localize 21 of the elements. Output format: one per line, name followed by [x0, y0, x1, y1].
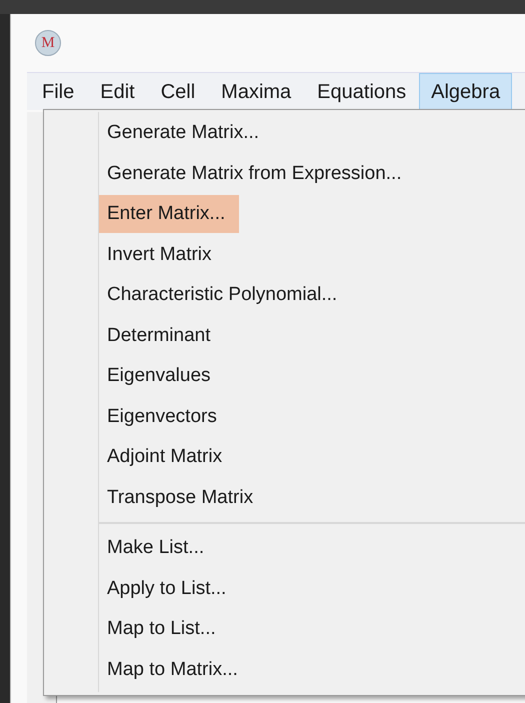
menu-item[interactable]: Eigenvectors	[98, 398, 231, 436]
menu-item[interactable]: Apply to List...	[98, 570, 240, 608]
menu-bar-item[interactable]: Maxima	[208, 73, 304, 110]
menu-item[interactable]: Characteristic Polynomial...	[98, 276, 352, 314]
menu-item[interactable]: Transpose Matrix	[98, 478, 268, 517]
menu-bar-item[interactable]: File	[29, 73, 88, 110]
menu-bar-item[interactable]: Algebra	[419, 73, 512, 110]
menu-item[interactable]: Eigenvalues	[98, 357, 225, 396]
menu-item[interactable]: Map to List...	[98, 610, 230, 648]
menu-bar-item[interactable]: Cell	[148, 73, 208, 110]
menu-item[interactable]: Generate Matrix from Expression...	[98, 154, 416, 193]
menu-item[interactable]: Determinant	[98, 316, 224, 355]
menu-bar-item[interactable]: Equations	[304, 73, 420, 110]
menu-item[interactable]: Adjoint Matrix	[98, 438, 236, 476]
menu-item[interactable]: Make List...	[98, 529, 218, 568]
menu-item[interactable]: Generate Matrix...	[98, 114, 274, 152]
menu-bar-item[interactable]: Edit	[87, 73, 148, 110]
menu-item[interactable]: Invert Matrix	[98, 236, 226, 274]
app-logo: M	[35, 30, 61, 56]
menu-item[interactable]: Map to Matrix...	[98, 650, 252, 689]
menu-item[interactable]: Enter Matrix...	[98, 195, 240, 234]
